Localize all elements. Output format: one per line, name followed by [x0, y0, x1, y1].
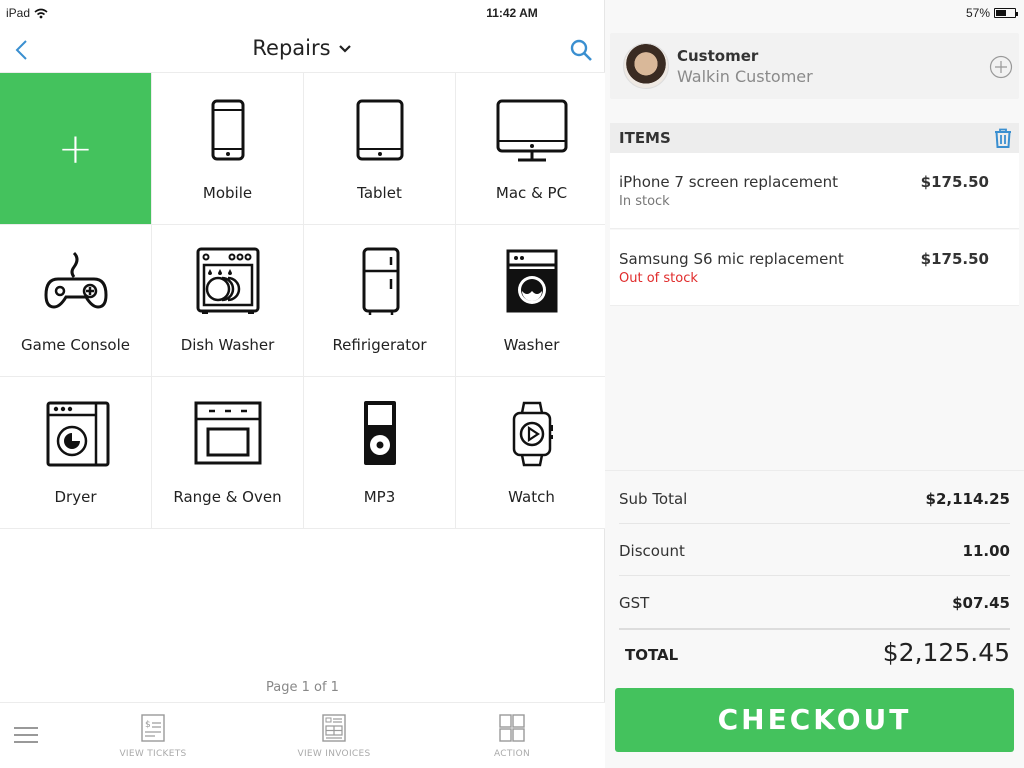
customer-avatar: [623, 43, 669, 89]
category-tile-mobile[interactable]: Mobile: [152, 73, 303, 224]
search-icon[interactable]: [569, 38, 593, 62]
cart-panel: 57% Customer Walkin Customer ITEMS iPhon…: [605, 0, 1024, 768]
category-label: Watch: [508, 488, 555, 506]
discount-label: Discount: [619, 542, 685, 560]
category-label: Washer: [503, 336, 560, 354]
category-label: Mobile: [202, 184, 253, 202]
tab-label: VIEW TICKETS: [119, 749, 187, 759]
cart-item[interactable]: iPhone 7 screen replacement In stock $17…: [610, 153, 1019, 229]
mobile-phone-icon: [211, 99, 244, 161]
gst-value: $07.45: [952, 594, 1010, 612]
oven-icon: [194, 401, 261, 465]
items-title: ITEMS: [619, 129, 671, 147]
page-title: Repairs: [252, 36, 331, 60]
gamepad-icon: [43, 251, 108, 309]
chevron-down-icon: [338, 45, 351, 53]
category-label: Tablet: [357, 184, 402, 202]
wifi-icon: [34, 8, 48, 18]
status-bar-left: iPad: [6, 6, 48, 20]
category-tile-tablet[interactable]: Tablet: [304, 73, 455, 224]
checkout-button[interactable]: CHECKOUT: [615, 688, 1014, 752]
subtotal-value: $2,114.25: [925, 490, 1010, 508]
grid-icon: [499, 714, 525, 742]
category-label: Refirigerator: [332, 336, 427, 354]
category-tile-mac-pc[interactable]: Mac & PC: [456, 73, 607, 224]
nav-bar: Repairs: [0, 28, 605, 72]
category-tile-refrigerator[interactable]: Refirigerator: [304, 225, 455, 376]
tab-view-invoices[interactable]: VIEW INVOICES: [274, 713, 394, 759]
discount-value: 11.00: [962, 542, 1010, 560]
desktop-monitor-icon: [496, 99, 567, 162]
category-tile-dish-washer[interactable]: Dish Washer: [152, 225, 303, 376]
total-label: TOTAL: [625, 646, 679, 664]
dryer-icon: [46, 401, 109, 467]
battery-fill: [996, 10, 1007, 16]
category-tile-watch[interactable]: Watch: [456, 377, 607, 528]
tab-action[interactable]: ACTION: [452, 713, 572, 759]
subtotal-row: Sub Total $2,114.25: [619, 472, 1010, 524]
add-customer-icon[interactable]: [989, 55, 1013, 79]
item-stock-status: Out of stock: [619, 271, 698, 286]
total-value: $2,125.45: [882, 638, 1010, 667]
category-label: Dryer: [54, 488, 97, 506]
washing-machine-icon: [506, 249, 557, 313]
customer-label: Customer: [677, 47, 759, 65]
category-tile-range-oven[interactable]: Range & Oven: [152, 377, 303, 528]
device-name: iPad: [6, 6, 31, 20]
category-grid: + Mobile Tablet Mac & PC Game Console Di…: [0, 72, 607, 529]
category-panel: iPad Repairs + Mobile Tablet Mac & PC Ga…: [0, 0, 607, 768]
hamburger-menu-icon[interactable]: [14, 727, 38, 745]
battery-percent: 57%: [965, 6, 990, 20]
gst-label: GST: [619, 594, 650, 612]
invoice-icon: [322, 714, 346, 742]
refrigerator-icon: [362, 247, 399, 315]
tab-label: VIEW INVOICES: [297, 749, 371, 759]
trash-icon[interactable]: [992, 127, 1014, 149]
category-dropdown[interactable]: Repairs: [0, 36, 605, 60]
svg-text:$: $: [145, 720, 151, 730]
category-tile-washer[interactable]: Washer: [456, 225, 607, 376]
ticket-icon: $: [141, 714, 165, 742]
add-category-button[interactable]: +: [0, 73, 151, 224]
battery-icon: [994, 8, 1018, 18]
gst-row: GST $07.45: [619, 576, 1010, 628]
cart-item[interactable]: Samsung S6 mic replacement Out of stock …: [610, 230, 1019, 306]
tab-view-tickets[interactable]: $ VIEW TICKETS: [93, 713, 213, 759]
items-header: ITEMS: [610, 123, 1019, 153]
category-label: Range & Oven: [173, 488, 282, 506]
item-name: Samsung S6 mic replacement: [619, 250, 844, 268]
smartwatch-icon: [512, 401, 553, 467]
dishwasher-icon: [196, 247, 259, 314]
totals-section: [605, 470, 1024, 471]
tablet-icon: [356, 99, 403, 161]
mp3-player-icon: [363, 401, 396, 465]
category-label: Mac & PC: [495, 184, 568, 202]
status-bar-right: 57%: [965, 6, 1018, 20]
tab-label: ACTION: [493, 749, 531, 759]
category-label: Game Console: [21, 336, 130, 354]
item-price: $175.50: [920, 173, 989, 191]
subtotal-label: Sub Total: [619, 490, 688, 508]
plus-icon: +: [57, 123, 94, 173]
pagination-label: Page 1 of 1: [266, 680, 339, 695]
category-tile-dryer[interactable]: Dryer: [0, 377, 151, 528]
category-label: MP3: [363, 488, 396, 506]
bottom-tab-bar: $ VIEW TICKETS VIEW INVOICES ACTION: [0, 702, 605, 768]
category-label: Dish Washer: [180, 336, 275, 354]
category-tile-mp3[interactable]: MP3: [304, 377, 455, 528]
discount-row[interactable]: Discount 11.00: [619, 524, 1010, 576]
customer-name: Walkin Customer: [677, 67, 813, 86]
item-stock-status: In stock: [619, 194, 670, 209]
item-name: iPhone 7 screen replacement: [619, 173, 838, 191]
item-price: $175.50: [920, 250, 989, 268]
total-row: TOTAL $2,125.45: [619, 628, 1010, 680]
category-tile-game-console[interactable]: Game Console: [0, 225, 151, 376]
customer-card[interactable]: Customer Walkin Customer: [610, 33, 1019, 99]
